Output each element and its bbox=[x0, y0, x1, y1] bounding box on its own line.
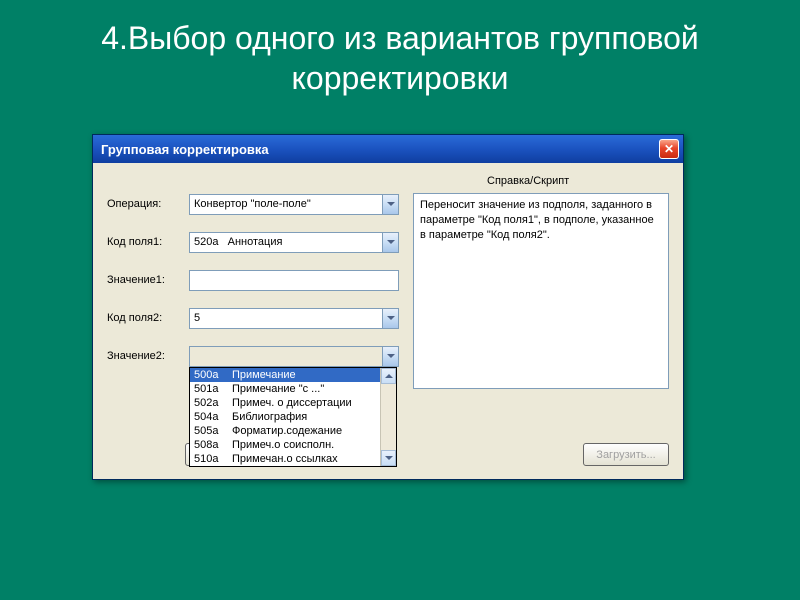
chevron-down-icon bbox=[387, 316, 395, 320]
item-label: Примечание "с ..." bbox=[232, 383, 324, 395]
chevron-down-icon bbox=[387, 240, 395, 244]
code1-input[interactable] bbox=[189, 232, 382, 253]
item-label: Библиография bbox=[232, 411, 307, 423]
dropdown-scrollbar[interactable] bbox=[380, 368, 396, 466]
row-value2: Значение2: bbox=[107, 345, 399, 367]
item-label: Примеч.о соисполн. bbox=[232, 439, 334, 451]
item-label: Примечан.о ссылках bbox=[232, 453, 338, 465]
dropdown-item[interactable]: 502a Примеч. о диссертации bbox=[190, 396, 380, 410]
close-button[interactable]: ✕ bbox=[659, 139, 679, 159]
row-code2: Код поля2: bbox=[107, 307, 399, 329]
help-text-box: Переносит значение из подполя, заданного… bbox=[413, 193, 669, 389]
dialog-body: Справка/Скрипт Переносит значение из под… bbox=[93, 163, 683, 479]
dropdown-item[interactable]: 504a Библиография bbox=[190, 410, 380, 424]
row-code1: Код поля1: bbox=[107, 231, 399, 253]
item-label: Примеч. о диссертации bbox=[232, 397, 352, 409]
close-icon: ✕ bbox=[664, 142, 674, 156]
item-code: 500a bbox=[194, 369, 232, 381]
item-code: 510a bbox=[194, 453, 232, 465]
label-code2: Код поля2: bbox=[107, 312, 189, 324]
titlebar[interactable]: Групповая корректировка ✕ bbox=[93, 135, 683, 163]
label-operation: Операция: bbox=[107, 198, 189, 210]
dropdown-item[interactable]: 505a Форматир.содежание bbox=[190, 424, 380, 438]
chevron-down-icon bbox=[387, 354, 395, 358]
code2-input[interactable] bbox=[189, 308, 382, 329]
item-code: 502a bbox=[194, 397, 232, 409]
value2-input[interactable] bbox=[189, 346, 382, 367]
scroll-up-button[interactable] bbox=[381, 368, 396, 384]
dropdown-item[interactable]: 508a Примеч.о соисполн. bbox=[190, 438, 380, 452]
operation-combo[interactable] bbox=[189, 194, 399, 215]
item-code: 504a bbox=[194, 411, 232, 423]
scroll-down-button[interactable] bbox=[381, 450, 396, 466]
dropdown-item[interactable]: 510a Примечан.о ссылках bbox=[190, 452, 380, 466]
scroll-track[interactable] bbox=[381, 384, 396, 450]
form-left-column: Операция: Код поля1: Значе bbox=[107, 193, 399, 383]
help-label: Справка/Скрипт bbox=[487, 175, 569, 187]
value2-combo[interactable] bbox=[189, 346, 399, 367]
slide-title: 4.Выбор одного из вариантов групповой ко… bbox=[0, 0, 800, 112]
chevron-down-icon bbox=[387, 202, 395, 206]
row-operation: Операция: bbox=[107, 193, 399, 215]
item-code: 508a bbox=[194, 439, 232, 451]
row-value1: Значение1: bbox=[107, 269, 399, 291]
item-label: Примечание bbox=[232, 369, 296, 381]
operation-input[interactable] bbox=[189, 194, 382, 215]
code2-combo[interactable] bbox=[189, 308, 399, 329]
label-value2: Значение2: bbox=[107, 350, 189, 362]
dropdown-item[interactable]: 500a Примечание bbox=[190, 368, 380, 382]
chevron-up-icon bbox=[385, 374, 393, 378]
value1-input[interactable] bbox=[189, 270, 399, 291]
code1-combo[interactable] bbox=[189, 232, 399, 253]
item-label: Форматир.содежание bbox=[232, 425, 342, 437]
value2-dropdown-button[interactable] bbox=[382, 346, 399, 367]
item-code: 505a bbox=[194, 425, 232, 437]
dropdown-item[interactable]: 501a Примечание "с ..." bbox=[190, 382, 380, 396]
code2-dropdown-list[interactable]: 500a Примечание 501a Примечание "с ..." … bbox=[189, 367, 397, 467]
item-code: 501a bbox=[194, 383, 232, 395]
label-code1: Код поля1: bbox=[107, 236, 189, 248]
operation-dropdown-button[interactable] bbox=[382, 194, 399, 215]
code2-dropdown-button[interactable] bbox=[382, 308, 399, 329]
label-value1: Значение1: bbox=[107, 274, 189, 286]
dialog-title: Групповая корректировка bbox=[101, 142, 659, 157]
code1-dropdown-button[interactable] bbox=[382, 232, 399, 253]
chevron-down-icon bbox=[385, 456, 393, 460]
dropdown-items: 500a Примечание 501a Примечание "с ..." … bbox=[190, 368, 380, 466]
load-button[interactable]: Загрузить... bbox=[583, 443, 669, 466]
dialog-window: Групповая корректировка ✕ Справка/Скрипт… bbox=[92, 134, 684, 480]
